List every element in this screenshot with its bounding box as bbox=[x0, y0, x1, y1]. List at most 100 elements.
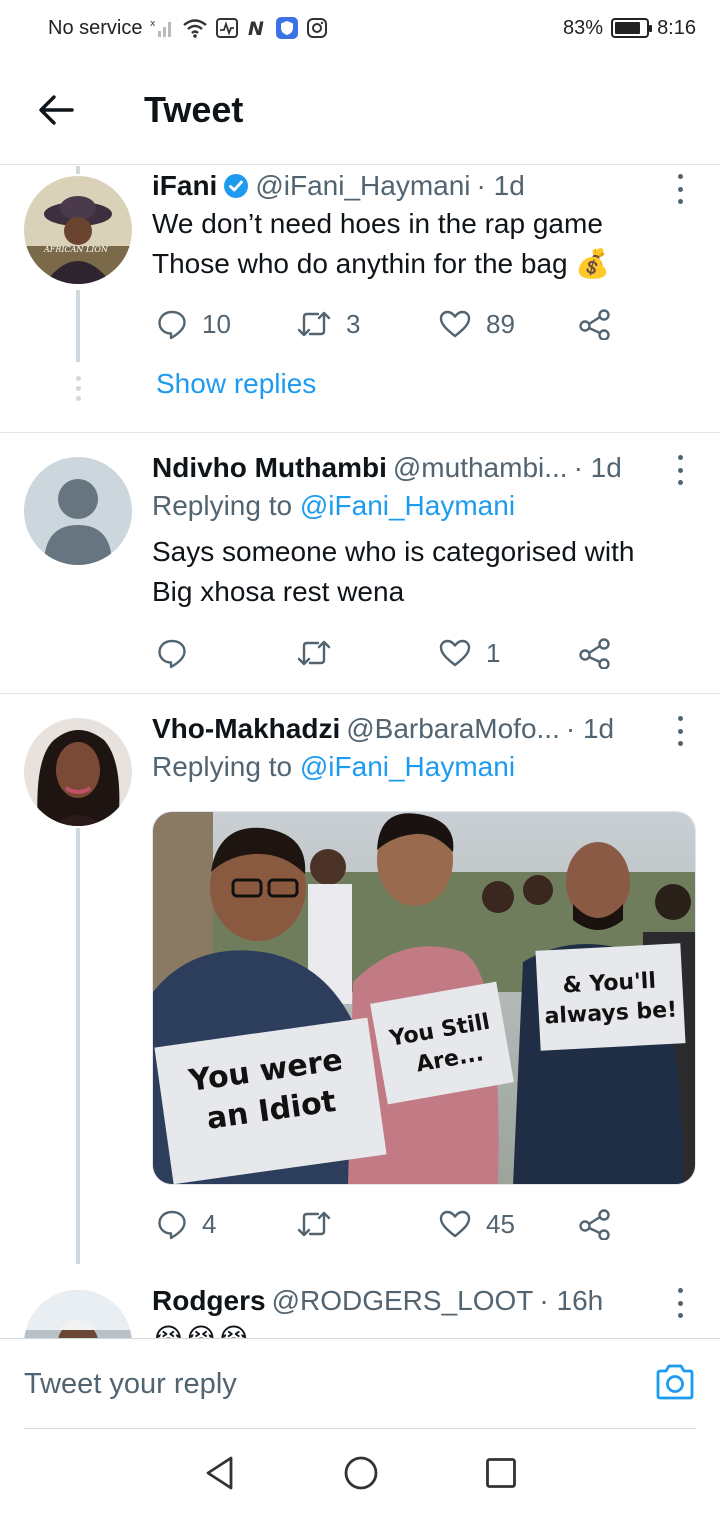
like-icon bbox=[439, 310, 471, 338]
replying-handle[interactable]: @iFani_Haymani bbox=[300, 490, 515, 521]
replying-to: Replying to @iFani_Haymani bbox=[152, 486, 690, 526]
like-button[interactable]: 89 bbox=[438, 304, 515, 344]
avatar-caption: AFRICAN LION bbox=[43, 245, 109, 254]
shield-app-icon bbox=[276, 17, 299, 39]
more-icon[interactable] bbox=[668, 716, 692, 746]
author-handle[interactable]: @BarbaraMofo... bbox=[346, 711, 560, 747]
share-button[interactable] bbox=[578, 633, 612, 673]
top-app-bar: Tweet bbox=[0, 56, 720, 165]
like-icon bbox=[439, 1210, 471, 1238]
tweet-text-line: Big xhosa rest wena bbox=[152, 576, 405, 607]
reply-button[interactable]: 4 bbox=[156, 1204, 216, 1244]
camera-icon[interactable] bbox=[654, 1363, 696, 1406]
share-icon bbox=[579, 309, 610, 340]
clock: 8:16 bbox=[657, 16, 696, 39]
thread-connector bbox=[76, 166, 80, 174]
tweet-meta: Ndivho Muthambi @muthambi... · 1d bbox=[152, 450, 690, 486]
svg-text:N: N bbox=[248, 18, 264, 38]
tweet-thread: AFRICAN LION iFani @iFani_Haymani · 1d W… bbox=[0, 166, 720, 1338]
reply-button[interactable] bbox=[156, 633, 202, 673]
replying-prefix: Replying to bbox=[152, 751, 300, 782]
more-icon[interactable] bbox=[668, 455, 692, 485]
nav-back-icon[interactable] bbox=[203, 1455, 237, 1496]
instagram-icon bbox=[306, 17, 328, 39]
back-button[interactable] bbox=[0, 56, 112, 165]
retweet-icon bbox=[297, 1211, 331, 1237]
replying-to: Replying to @iFani_Haymani bbox=[152, 747, 690, 787]
tweet-body: Ndivho Muthambi @muthambi... · 1d Replyi… bbox=[152, 450, 690, 612]
more-icon[interactable] bbox=[668, 174, 692, 204]
share-button[interactable] bbox=[578, 304, 612, 344]
verified-icon bbox=[223, 173, 249, 199]
reply-count: 10 bbox=[202, 308, 231, 339]
n-app-icon: N bbox=[246, 18, 268, 38]
nav-home-icon[interactable] bbox=[343, 1455, 379, 1496]
nav-recents-icon[interactable] bbox=[485, 1457, 517, 1494]
carrier-text: No service bbox=[48, 16, 143, 39]
reply-input[interactable]: Tweet your reply bbox=[24, 1368, 237, 1401]
tweet-time: · 16h bbox=[539, 1285, 604, 1316]
like-count: 1 bbox=[486, 637, 501, 668]
tweet-actions: 1 bbox=[152, 633, 622, 673]
tweet-text-line: 😭😭😭 bbox=[152, 1319, 690, 1338]
wifi-icon bbox=[182, 17, 208, 39]
author-handle[interactable]: @muthambi... bbox=[393, 450, 568, 486]
retweet-button[interactable] bbox=[296, 633, 346, 673]
avatar[interactable] bbox=[24, 718, 132, 826]
svg-text:x: x bbox=[150, 19, 156, 29]
reply-icon bbox=[158, 310, 186, 340]
show-replies-link[interactable]: Show replies bbox=[156, 368, 316, 400]
retweet-button[interactable] bbox=[296, 1204, 346, 1244]
reply-icon bbox=[158, 639, 186, 669]
share-button[interactable] bbox=[578, 1204, 612, 1244]
replying-prefix: Replying to bbox=[152, 490, 300, 521]
tweet-meta: Vho-Makhadzi @BarbaraMofo... · 1d bbox=[152, 711, 690, 747]
page-title: Tweet bbox=[144, 89, 244, 130]
avatar[interactable] bbox=[24, 1290, 132, 1338]
tweet-text: We don’t need hoes in the rap game Those… bbox=[152, 204, 690, 284]
more-icon[interactable] bbox=[668, 1288, 692, 1318]
tweet-body: iFani @iFani_Haymani · 1d We don’t need … bbox=[152, 168, 690, 284]
like-button[interactable]: 1 bbox=[438, 633, 500, 673]
tweet-rodgers[interactable]: Rodgers @RODGERS_LOOT · 16h 😭😭😭 bbox=[0, 1266, 720, 1338]
activity-icon bbox=[216, 18, 239, 38]
avatar[interactable]: AFRICAN LION bbox=[24, 176, 132, 284]
back-arrow-icon bbox=[39, 95, 74, 125]
replying-handle[interactable]: @iFani_Haymani bbox=[300, 751, 515, 782]
author-name[interactable]: Ndivho Muthambi bbox=[152, 450, 387, 486]
tweet-text: 😭😭😭 bbox=[152, 1319, 690, 1338]
avatar[interactable] bbox=[24, 457, 132, 565]
meme-sign-right: & You'll always be! bbox=[535, 943, 686, 1051]
retweet-count: 3 bbox=[346, 308, 361, 339]
author-name[interactable]: Vho-Makhadzi bbox=[152, 711, 340, 747]
retweet-icon bbox=[297, 311, 331, 337]
like-count: 45 bbox=[486, 1208, 515, 1239]
retweet-button[interactable]: 3 bbox=[296, 304, 360, 344]
like-icon bbox=[439, 639, 471, 667]
tweet-time: · 1d bbox=[565, 713, 615, 744]
author-name[interactable]: iFani bbox=[152, 168, 217, 204]
reply-icon bbox=[158, 1210, 186, 1240]
thread-gap-dots bbox=[74, 376, 82, 401]
divider bbox=[24, 1428, 696, 1429]
battery-icon bbox=[611, 18, 653, 38]
tweet-actions: 4 45 bbox=[152, 1204, 622, 1244]
tweet-ndivho[interactable]: Ndivho Muthambi @muthambi... · 1d Replyi… bbox=[0, 433, 720, 693]
like-count: 89 bbox=[486, 308, 515, 339]
tweet-body: Vho-Makhadzi @BarbaraMofo... · 1d Replyi… bbox=[152, 711, 690, 787]
tweet-meta: iFani @iFani_Haymani · 1d bbox=[152, 168, 690, 204]
thread-connector bbox=[76, 290, 80, 362]
status-bar: No service x N 83% 8:16 bbox=[0, 0, 720, 56]
reply-count: 4 bbox=[202, 1208, 217, 1239]
reply-composer[interactable]: Tweet your reply bbox=[0, 1338, 720, 1430]
author-name[interactable]: Rodgers bbox=[152, 1283, 266, 1319]
share-icon bbox=[579, 1209, 610, 1240]
author-handle[interactable]: @RODGERS_LOOT bbox=[272, 1283, 534, 1319]
tweet-text-line: Those who do anythin for the bag 💰 bbox=[152, 248, 611, 279]
author-handle[interactable]: @iFani_Haymani bbox=[255, 168, 470, 204]
tweet-media-image[interactable]: You were an Idiot You Still Are... & You… bbox=[152, 811, 696, 1185]
reply-button[interactable]: 10 bbox=[156, 304, 231, 344]
signal-icon: x bbox=[150, 17, 174, 39]
like-button[interactable]: 45 bbox=[438, 1204, 515, 1244]
tweet-ifani[interactable]: AFRICAN LION iFani @iFani_Haymani · 1d W… bbox=[0, 166, 720, 432]
